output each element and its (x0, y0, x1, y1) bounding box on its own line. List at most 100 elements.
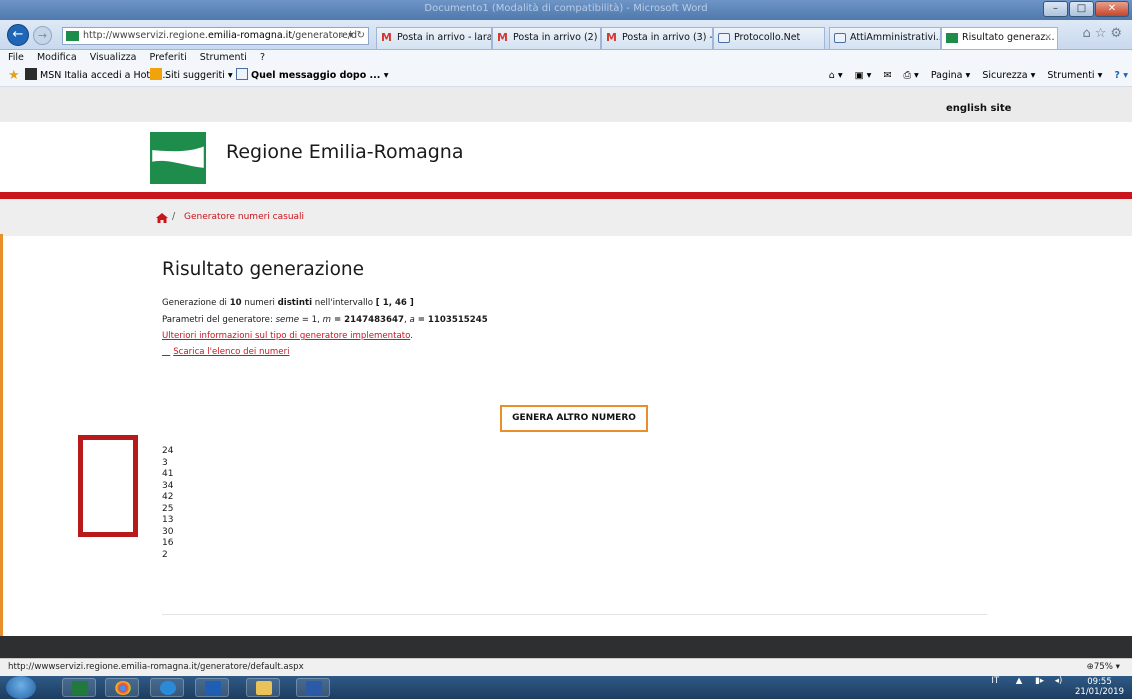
zoom-level[interactable]: ⊕75% ▾ (1087, 659, 1120, 676)
favorites-star-icon[interactable]: ★ (8, 65, 20, 87)
media-player-icon (205, 681, 221, 695)
minimize-button[interactable]: – (1043, 1, 1068, 17)
address-prefix: http://wwwservizi.regione. (83, 30, 208, 41)
taskbar-ie[interactable] (150, 678, 184, 697)
generator-parameters: Parametri del generatore: seme = 1, m = … (162, 315, 488, 325)
excel-icon (72, 681, 88, 695)
list-item: 13 (162, 515, 174, 525)
document-icon (834, 33, 846, 43)
menu-help[interactable]: ? (260, 52, 265, 63)
list-item: 3 (162, 457, 168, 468)
menu-visualizza[interactable]: Visualizza (90, 52, 137, 63)
left-accent-bar (0, 234, 3, 636)
tab-posta-1[interactable]: M Posta in arrivo - laral... (376, 27, 492, 49)
menu-modifica[interactable]: Modifica (37, 52, 77, 63)
taskbar-excel[interactable] (62, 678, 96, 697)
taskbar-word[interactable] (296, 678, 330, 697)
clock-date: 21/01/2019 (1075, 687, 1124, 697)
zoom-value: 75% (1093, 662, 1113, 672)
header-red-bar (0, 192, 1132, 199)
menu-bar: File Modifica Visualizza Preferiti Strum… (0, 50, 1132, 65)
address-bar[interactable]: http://wwwservizi.regione.emilia-romagna… (62, 27, 369, 45)
mail-icon[interactable]: ✉ (883, 70, 891, 81)
status-url: http://wwwservizi.regione.emilia-romagna… (8, 662, 304, 672)
command-strumenti[interactable]: Strumenti ▾ (1047, 70, 1102, 81)
tab-label: Posta in arrivo - laral... (397, 32, 492, 43)
page-title: Risultato generazione (162, 259, 364, 280)
chrome-icon (115, 681, 131, 695)
home-icon[interactable] (156, 213, 168, 223)
download-icon[interactable] (162, 347, 170, 357)
favorite-siti-suggeriti[interactable]: Siti suggeriti ▾ (150, 65, 233, 87)
clock-time: 09:55 (1087, 677, 1112, 687)
site-title[interactable]: Regione Emilia-Romagna (226, 141, 464, 163)
word-icon (306, 681, 322, 695)
regione-logo[interactable] (150, 132, 206, 184)
list-item: 30 (162, 526, 174, 537)
taskbar-chrome[interactable] (105, 678, 139, 697)
close-button[interactable]: ✕ (1095, 1, 1129, 17)
summary-text: Generazione di (162, 298, 230, 308)
home-favorites-settings-icons[interactable]: ⌂☆⚙ (1082, 26, 1126, 41)
download-list-link[interactable]: Scarica l'elenco dei numeri (173, 347, 289, 357)
breadcrumb-generatore-link[interactable]: Generatore numeri casuali (184, 212, 304, 222)
menu-preferiti[interactable]: Preferiti (150, 52, 187, 63)
tab-posta-2[interactable]: M Posta in arrivo (2) - ... (492, 27, 601, 49)
generate-another-button[interactable]: GENERA ALTRO NUMERO (500, 405, 648, 432)
menu-strumenti[interactable]: Strumenti (200, 52, 247, 63)
generation-summary: Generazione di 10 numeri distinti nell'i… (162, 298, 414, 308)
content-divider (162, 614, 987, 615)
list-item: 42 (162, 492, 174, 502)
favorite-msn[interactable]: MSN Italia accedi a Hotm... (25, 65, 168, 87)
english-site-link[interactable]: english site (946, 103, 1011, 114)
feeds-icon[interactable]: ▣ ▾ (855, 70, 872, 81)
gmail-icon: M (497, 31, 508, 44)
favorite-quel-messaggio[interactable]: Quel messaggio dopo ... ▾ (236, 65, 388, 87)
gmail-icon: M (381, 31, 392, 44)
bing-icon (150, 68, 162, 80)
tray-arrow-icon[interactable]: ▲ (1016, 676, 1023, 686)
tab-posta-3[interactable]: M Posta in arrivo (3) - l... (601, 27, 713, 49)
print-icon[interactable]: ⎙ ▾ (903, 70, 918, 81)
favorites-bar: ★ MSN Italia accedi a Hotm... Siti sugge… (0, 65, 1132, 87)
internet-explorer-icon (160, 681, 176, 695)
taskbar-explorer[interactable] (246, 678, 280, 697)
forward-button[interactable]: → (33, 26, 52, 45)
summary-text: nell'intervallo (312, 298, 376, 308)
m-value: = 2147483647 (331, 315, 404, 325)
favorite-label: Siti suggeriti ▾ (165, 70, 233, 81)
language-indicator[interactable]: IT (991, 676, 999, 686)
back-button[interactable]: ← (7, 24, 29, 46)
command-sicurezza[interactable]: Sicurezza ▾ (982, 70, 1035, 81)
volume-icon[interactable]: ◂) (1055, 676, 1063, 686)
tab-risultato-generazione[interactable]: Risultato generaz... × (941, 27, 1058, 49)
breadcrumb-separator: / (172, 211, 176, 222)
page-icon (236, 68, 248, 80)
search-refresh-icons[interactable]: ⌕ ▾ ↻ (340, 28, 365, 44)
numbers-list: 24 3 41 34 42 25 13 30 16 2 (162, 446, 173, 561)
tab-protocollo[interactable]: Protocollo.Net (713, 27, 825, 49)
network-icon[interactable]: ▮▸ (1035, 676, 1044, 686)
more-info-link[interactable]: Ulteriori informazioni sul tipo di gener… (162, 331, 410, 341)
maximize-button[interactable]: □ (1069, 1, 1094, 17)
close-tab-icon[interactable]: × (1044, 28, 1052, 48)
command-pagina[interactable]: Pagina ▾ (931, 70, 970, 81)
help-icon[interactable]: ? ▾ (1114, 70, 1128, 81)
taskbar-media[interactable] (195, 678, 229, 697)
numbers-count: 10 (229, 298, 242, 308)
seme-value: = 1 (299, 315, 318, 325)
list-item: 2 (162, 549, 168, 560)
menu-file[interactable]: File (8, 52, 24, 63)
home-icon[interactable]: ⌂ ▾ (829, 70, 843, 81)
command-bar: ⌂ ▾ ▣ ▾ ✉ ⎙ ▾ Pagina ▾ Sicurezza ▾ Strum… (820, 65, 1128, 87)
list-item: 24 (162, 446, 174, 456)
list-item: 41 (162, 469, 174, 479)
folder-icon (256, 681, 272, 695)
status-bar: http://wwwservizi.regione.emilia-romagna… (0, 658, 1132, 676)
zoom-icon: ⊕ (1086, 662, 1094, 672)
clock[interactable]: 09:55 21/01/2019 (1075, 676, 1124, 697)
distinct-label: distinti (277, 298, 313, 308)
window-title-bar: Documento1 (Modalità di compatibilità) -… (0, 0, 1132, 20)
tab-atti-amministrativi[interactable]: AttiAmministrativi... (829, 27, 941, 49)
start-button[interactable] (6, 676, 36, 699)
